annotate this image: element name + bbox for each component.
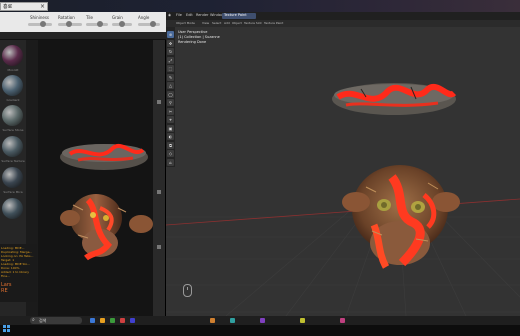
taskbar-app-icon[interactable] (100, 318, 105, 323)
tool-button[interactable]: ✎ (167, 73, 174, 81)
tool-button[interactable]: △ (167, 82, 174, 89)
tool-button[interactable]: ▣ (167, 124, 174, 132)
painted-lozenge-model (60, 144, 148, 170)
slider-knob[interactable] (97, 21, 103, 27)
header-select[interactable]: Select (212, 21, 221, 25)
material-label: Gradient (6, 98, 20, 102)
viewport-info-text: User Perspective (1) Collection | Suzann… (178, 30, 220, 45)
taskbar-app-icon[interactable] (260, 318, 265, 323)
menu-render[interactable]: Render (196, 13, 208, 17)
tool-button[interactable]: ◐ (167, 133, 174, 140)
material-preview[interactable] (2, 75, 23, 96)
windows-taskbar: ⌕ 검색 (0, 316, 520, 332)
tool-button[interactable]: ✥ (167, 39, 174, 47)
mode-selector[interactable]: Object Mode (176, 21, 195, 25)
blender-viewport-canvas (165, 83, 520, 317)
left-3d-viewport[interactable] (38, 40, 153, 316)
blender-tool-shelf: ⊕ ✥ ↻ ⤢ ⬚ ✎ △ ◯ ⚲ ✂ ⌖ ▣ ◐ ⧉ ◇ ⌂ (166, 27, 175, 167)
material-label: Surface Texture (1, 159, 25, 163)
header-texture-slot[interactable]: Texture Slot (244, 21, 262, 25)
slider-knob[interactable] (66, 21, 72, 27)
info-line: Rendering Done (178, 40, 207, 44)
left-properties-strip (153, 40, 165, 316)
material-preview[interactable] (2, 198, 23, 219)
header-object[interactable]: Object (232, 21, 242, 25)
material-preview[interactable] (2, 136, 23, 157)
left-toolbar: Shininess Rotation Tile Grain Angle (0, 12, 166, 32)
painted-lozenge-model (332, 83, 457, 115)
left-painting-app: Shininess Rotation Tile Grain Angle Moon… (0, 12, 166, 316)
material-preview[interactable] (2, 167, 23, 188)
tab-texture-paint[interactable]: Texture Paint (222, 13, 256, 19)
slider-knob[interactable] (119, 21, 125, 27)
taskbar-app-icon[interactable] (90, 318, 95, 323)
slider-knob[interactable] (150, 21, 156, 27)
toolbar-label: Angle (138, 15, 150, 20)
left-secondary-toolbar (0, 32, 166, 40)
material-label: Moonlit (7, 68, 19, 72)
blender-menubar: ◉ File Edit Render Window Help Texture P… (166, 12, 520, 20)
material-label: Surface Stone (2, 128, 24, 132)
panel-icon[interactable] (157, 245, 161, 249)
painted-monkey-model (60, 194, 153, 261)
blender-window: ◉ File Edit Render Window Help Texture P… (165, 12, 520, 317)
tool-button[interactable]: ⧉ (167, 141, 174, 149)
tool-button[interactable]: ⊕ (167, 31, 174, 38)
painted-monkey-model (342, 165, 460, 269)
toolbar-label: Shininess (30, 15, 49, 20)
panel-icon[interactable] (157, 100, 161, 104)
tool-button[interactable]: ✂ (167, 107, 174, 115)
taskbar-app-icon[interactable] (110, 318, 115, 323)
viewport-header: Object Mode View Select Add Object Textu… (166, 20, 520, 27)
mouse-icon (183, 284, 192, 297)
left-viewport-canvas (60, 144, 153, 261)
header-view[interactable]: View (202, 21, 209, 25)
menu-edit[interactable]: Edit (186, 13, 193, 17)
material-label: Surface Mica (3, 190, 23, 194)
window-title-strip (0, 0, 520, 12)
material-preview[interactable] (2, 45, 23, 66)
log-line: Fine... (1, 274, 10, 278)
toolbar-label: Grain (112, 15, 123, 20)
material-preview[interactable] (2, 105, 23, 126)
blender-logo-icon[interactable]: ◉ (168, 13, 171, 17)
orange-label: Lars RE (1, 282, 12, 294)
tool-button[interactable]: ⤢ (167, 56, 174, 64)
slider-track[interactable] (138, 23, 160, 26)
tool-button[interactable]: ◯ (167, 90, 174, 98)
header-texture-paint[interactable]: Texture Paint (264, 21, 283, 25)
menu-file[interactable]: File (176, 13, 182, 17)
search-icon: ⌕ (32, 317, 35, 323)
blender-3d-viewport[interactable] (165, 27, 520, 317)
taskbar-app-icon[interactable] (230, 318, 235, 323)
header-add[interactable]: Add (224, 21, 230, 25)
taskbar-search[interactable]: ⌕ 검색 (30, 317, 82, 324)
taskbar-app-icon[interactable] (120, 318, 125, 323)
tool-button[interactable]: ⚲ (167, 99, 174, 106)
windows-start-icon[interactable] (3, 317, 10, 332)
floor-grid (166, 196, 520, 317)
toolbar-label: Tile (86, 15, 94, 20)
tool-button[interactable]: ◇ (167, 150, 174, 157)
tool-button[interactable]: ⌖ (167, 116, 174, 123)
tool-button[interactable]: ⌂ (167, 158, 174, 166)
tool-button[interactable]: ↻ (167, 48, 174, 55)
slider-knob[interactable] (40, 21, 46, 27)
panel-icon[interactable] (157, 190, 161, 194)
taskbar-app-icon[interactable] (300, 318, 305, 323)
tool-button[interactable]: ⬚ (167, 65, 174, 72)
taskbar-app-icon[interactable] (130, 318, 135, 323)
taskbar-app-icon[interactable] (210, 318, 215, 323)
close-icon[interactable]: × (40, 3, 45, 10)
toolbar-label: Rotation (58, 15, 75, 20)
taskbar-app-icon[interactable] (340, 318, 345, 323)
